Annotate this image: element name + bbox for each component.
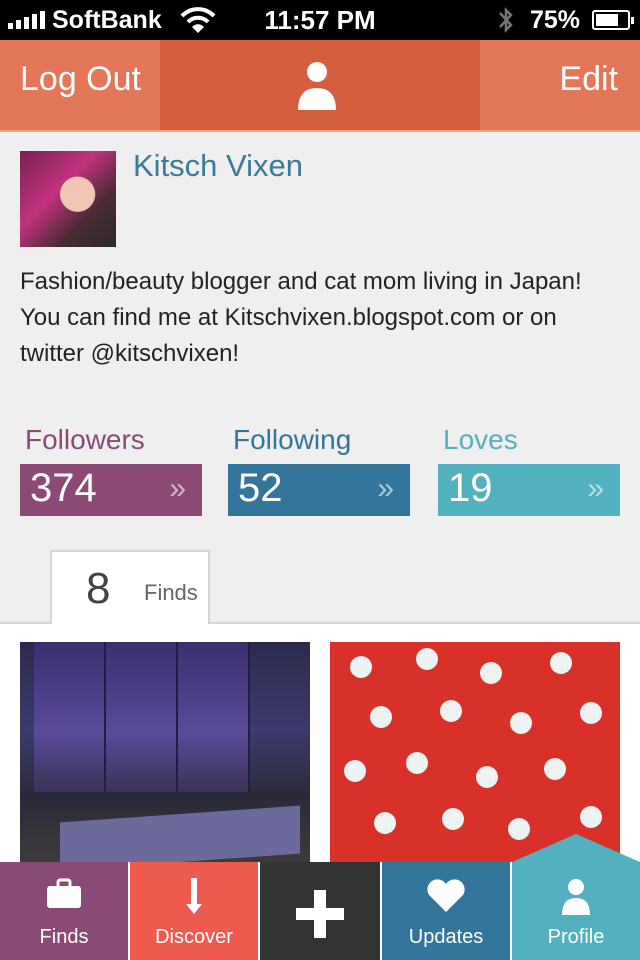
stat-loves: Loves 19 »	[438, 424, 620, 516]
heart-icon	[427, 879, 465, 912]
tab-bar: Finds Discover Updates Profile	[0, 834, 640, 960]
loves-button[interactable]: 19 »	[438, 464, 620, 516]
person-icon	[562, 879, 590, 915]
thermometer-icon	[186, 878, 202, 914]
tab-label: Discover	[155, 926, 233, 948]
finds-count: 8	[86, 564, 111, 613]
stat-following: Following 52 »	[228, 424, 410, 516]
add-button[interactable]	[260, 862, 380, 960]
chevron-right-icon: »	[169, 472, 186, 505]
followers-button[interactable]: 374 »	[20, 464, 202, 516]
chevron-right-icon: »	[377, 472, 394, 505]
stat-value: 19	[448, 466, 493, 510]
tab-label: Finds	[144, 580, 198, 605]
following-button[interactable]: 52 »	[228, 464, 410, 516]
chevron-right-icon: »	[587, 472, 604, 505]
tab-label: Profile	[547, 926, 605, 948]
tab-label: Updates	[408, 926, 484, 948]
nav-bar: Log Out Edit	[0, 40, 640, 132]
profile-name: Kitsch Vixen	[133, 148, 304, 183]
briefcase-icon	[47, 878, 81, 908]
stat-value: 52	[238, 466, 283, 510]
avatar	[20, 151, 116, 247]
stat-followers: Followers 374 »	[20, 424, 202, 516]
battery-percent: 75%	[530, 6, 581, 34]
tab-finds-nav[interactable]: Finds	[0, 862, 128, 960]
tab-profile[interactable]: Profile	[512, 834, 640, 960]
stat-label: Following	[233, 424, 352, 455]
tab-finds[interactable]: 8 Finds	[50, 550, 210, 624]
find-thumbnail[interactable]	[20, 642, 310, 862]
person-icon	[298, 62, 336, 110]
profile-bio: Fashion/beauty blogger and cat mom livin…	[20, 268, 582, 367]
status-bar: SoftBank 11:57 PM 75%	[0, 0, 640, 40]
battery-icon	[592, 10, 634, 30]
logout-button[interactable]: Log Out	[20, 60, 141, 99]
stat-value: 374	[30, 466, 97, 510]
edit-button[interactable]: Edit	[559, 60, 618, 99]
plus-icon	[296, 890, 344, 938]
stat-label: Followers	[25, 424, 145, 455]
tab-updates[interactable]: Updates	[382, 862, 510, 960]
bluetooth-icon	[499, 6, 513, 34]
tab-label: Finds	[39, 926, 89, 948]
tab-discover[interactable]: Discover	[130, 862, 258, 960]
find-thumbnail[interactable]	[330, 642, 620, 862]
stat-label: Loves	[443, 424, 518, 455]
